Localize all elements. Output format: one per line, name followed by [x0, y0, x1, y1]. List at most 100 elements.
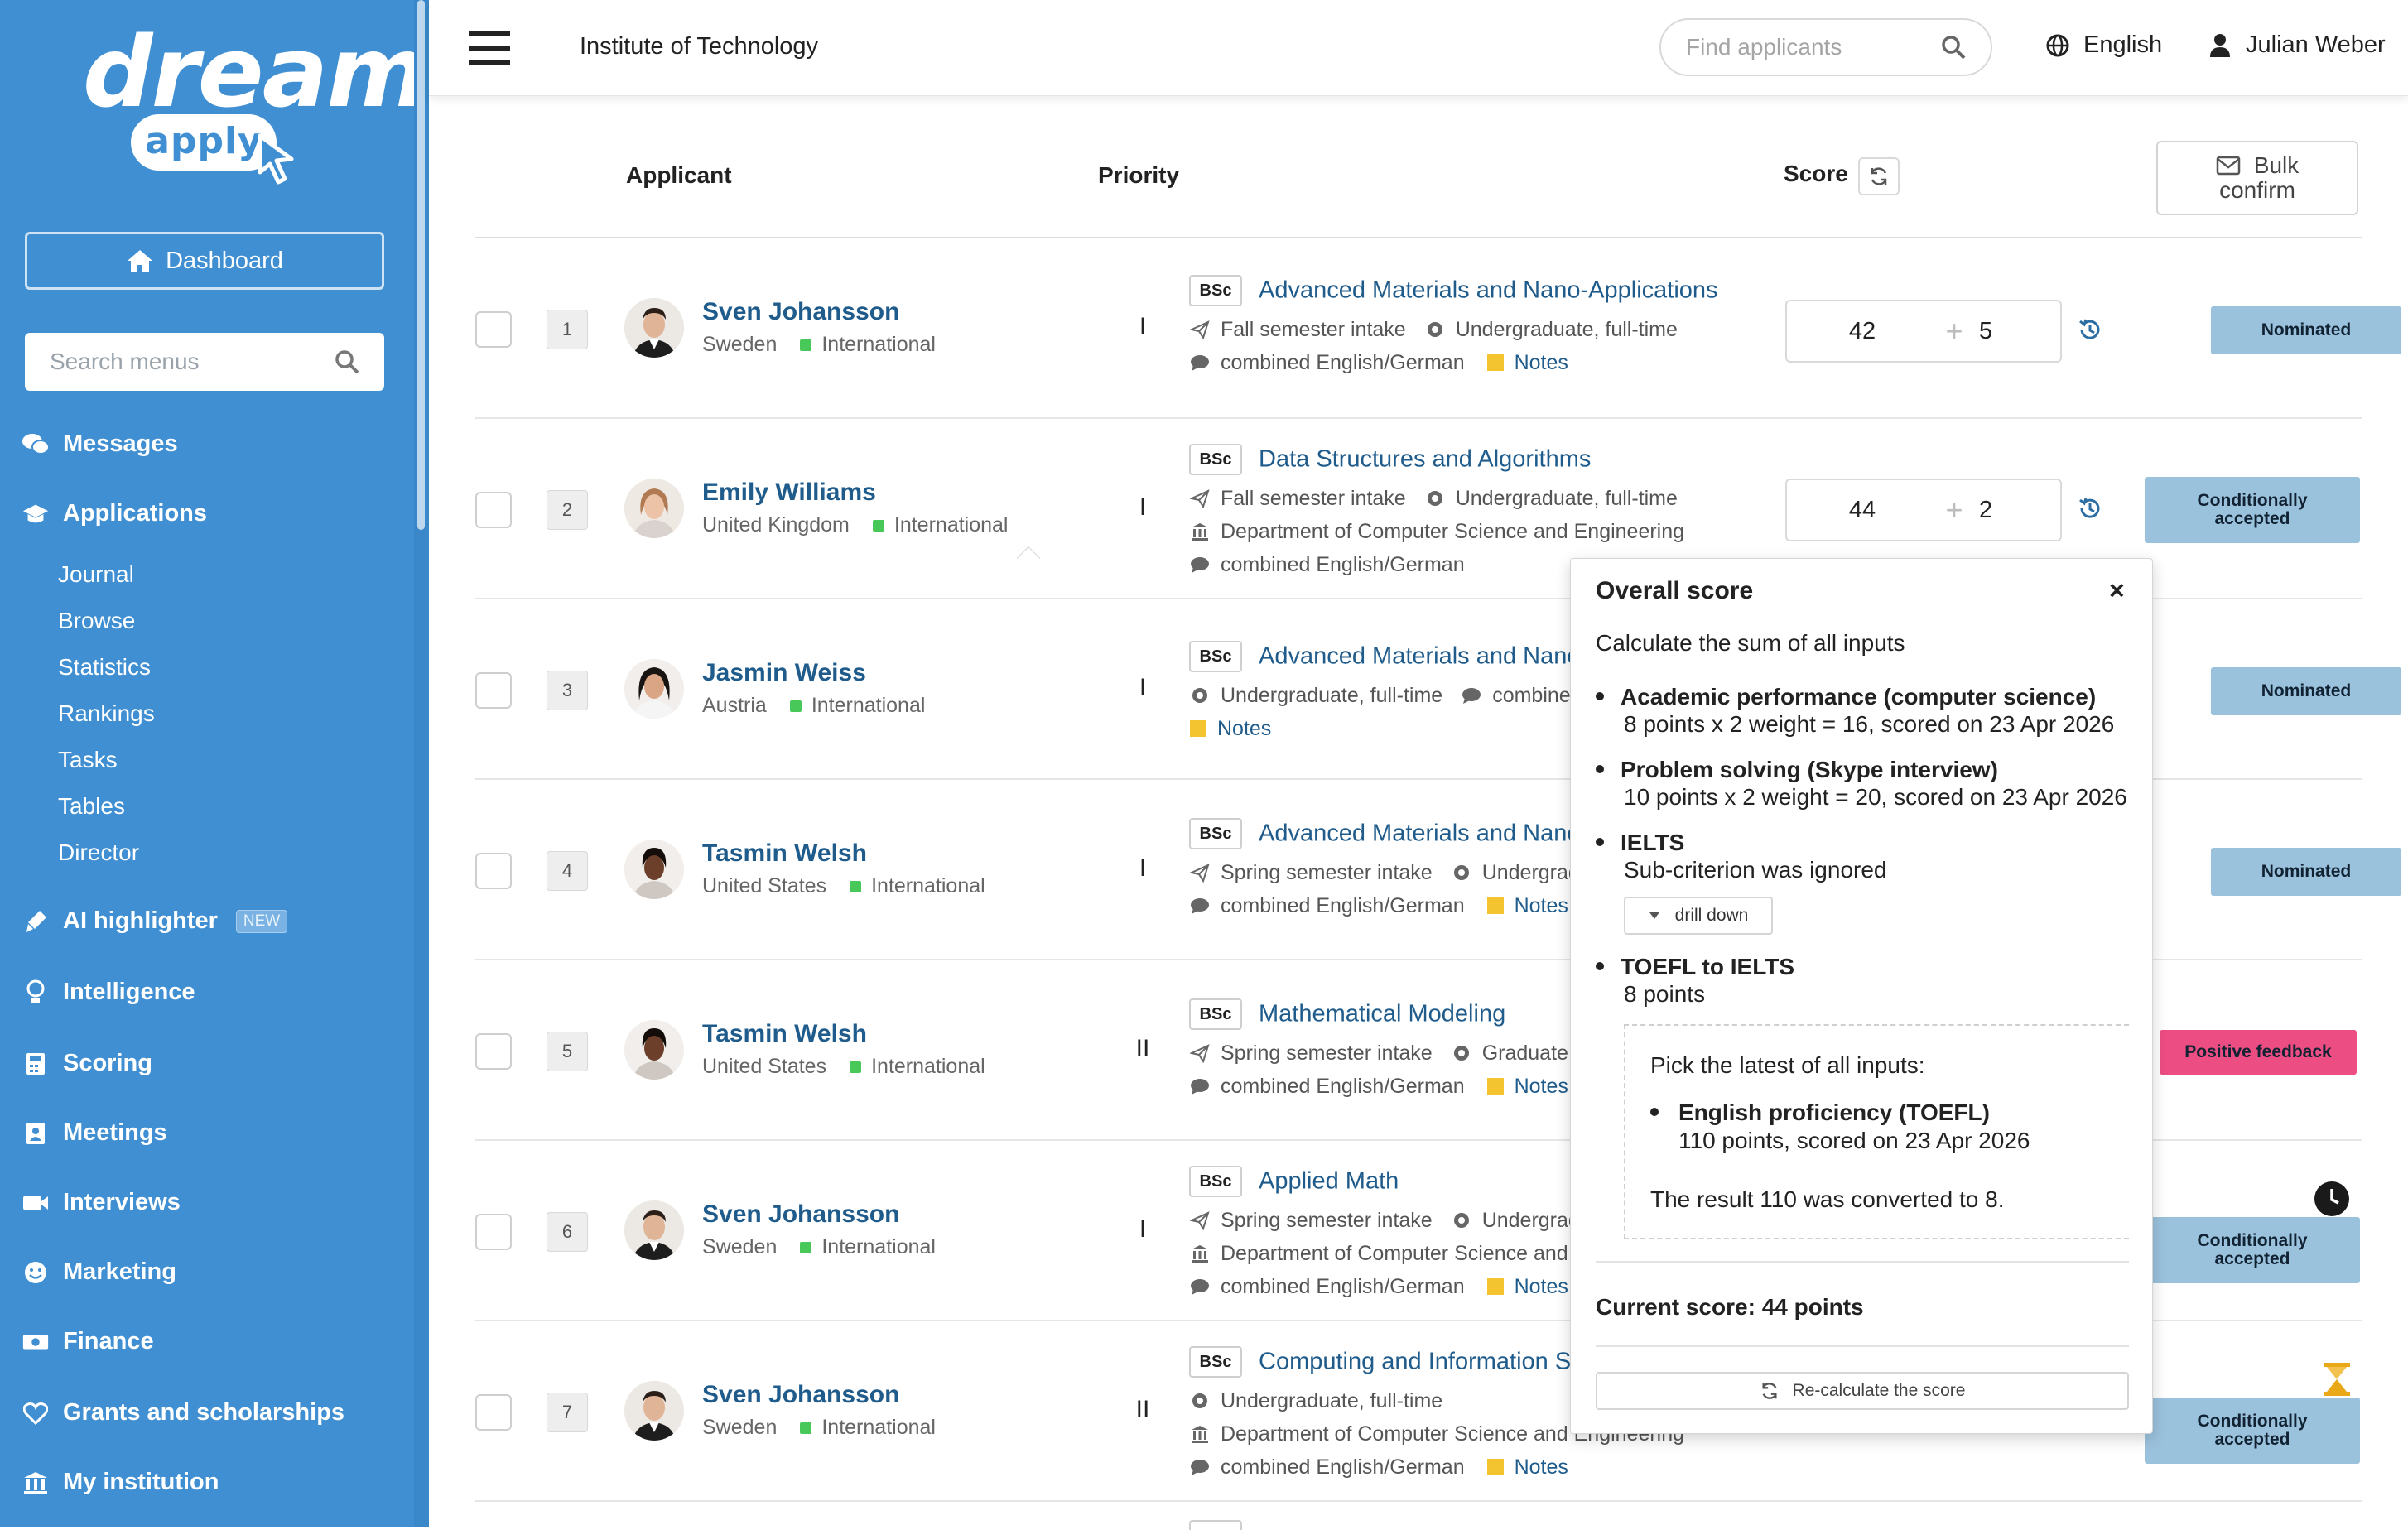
applicant-name[interactable]: Sven Johansson: [702, 1200, 899, 1229]
row-checkbox[interactable]: [475, 1033, 512, 1070]
hamburger-menu-icon[interactable]: [469, 30, 510, 66]
col-priority[interactable]: Priority: [1098, 162, 1179, 189]
col-applicant[interactable]: Applicant: [626, 162, 732, 189]
paper-plane-icon: [1190, 320, 1210, 339]
refresh-scores-button[interactable]: [1858, 157, 1900, 195]
note-icon: [1486, 897, 1504, 914]
applicant-name[interactable]: Sven Johansson: [702, 1381, 899, 1409]
row-checkbox[interactable]: [475, 853, 512, 889]
applicant-name[interactable]: Jasmin Weiss: [702, 659, 866, 687]
bulk-confirm-button[interactable]: Bulk confirm: [2156, 141, 2358, 215]
nav-scoring[interactable]: Scoring: [22, 1050, 152, 1077]
language: combined English/German: [1221, 552, 1465, 576]
notes-link[interactable]: Notes: [1189, 717, 1271, 741]
popup-calc-text: Calculate the sum of all inputs: [1596, 630, 1905, 656]
nav-journal[interactable]: Journal: [58, 561, 134, 588]
language-selector[interactable]: English: [2045, 31, 2162, 59]
status-badge: Conditionally accepted: [2145, 1217, 2360, 1283]
nav-statistics[interactable]: Statistics: [58, 654, 151, 681]
find-applicants-input[interactable]: Find applicants: [1659, 18, 1992, 76]
search-icon[interactable]: [1941, 35, 1966, 60]
program-title[interactable]: Advanced Materials and Nano-: [1259, 643, 1588, 670]
row-number: 7: [547, 1393, 588, 1432]
close-icon[interactable]: ×: [2109, 575, 2125, 606]
nav-interviews[interactable]: Interviews: [22, 1189, 181, 1216]
bulk-label-2: confirm: [2219, 177, 2295, 203]
drill-down-button[interactable]: drill down: [1624, 897, 1773, 935]
applicant-meta: Austria International: [702, 694, 925, 718]
applicant-name[interactable]: Tasmin Welsh: [702, 1020, 867, 1048]
applicant-country: United States: [702, 874, 827, 897]
nav-applications[interactable]: Applications: [22, 500, 207, 527]
level-badge: BSc: [1189, 641, 1242, 672]
row-checkbox[interactable]: [475, 311, 512, 348]
score-bonus[interactable]: 2: [1971, 497, 2060, 524]
program-title[interactable]: Mathematical Modeling: [1259, 1001, 1505, 1027]
nav-meetings-label: Meetings: [63, 1119, 167, 1146]
nav-tables[interactable]: Tables: [58, 793, 125, 820]
applicant-type: International: [893, 513, 1009, 536]
status-badge: Positive feedback: [2160, 1030, 2357, 1075]
notes-link[interactable]: Notes: [1486, 1275, 1568, 1299]
notes-link[interactable]: Notes: [1486, 1455, 1568, 1479]
score-input[interactable]: 44 +2: [1785, 479, 2062, 541]
applicant-name[interactable]: Sven Johansson: [702, 298, 899, 326]
program-title[interactable]: Applied Math: [1259, 1168, 1399, 1195]
score-bonus[interactable]: 5: [1971, 318, 2060, 345]
nav-my-institution[interactable]: My institution: [22, 1469, 219, 1496]
row-checkbox[interactable]: [475, 672, 512, 709]
score-value[interactable]: 42: [1787, 318, 1938, 345]
row-checkbox[interactable]: [475, 492, 512, 528]
row-checkbox[interactable]: [475, 1394, 512, 1431]
program-title[interactable]: Computing and Information Sy: [1259, 1349, 1583, 1375]
row-checkbox[interactable]: [475, 1214, 512, 1250]
home-icon: [128, 250, 153, 272]
nav-browse[interactable]: Browse: [58, 608, 135, 634]
nav-messages[interactable]: Messages: [22, 431, 178, 458]
program-title[interactable]: Advanced Materials and Nano-Applications: [1259, 277, 1718, 304]
sidebar-scrollbar-thumb[interactable]: [417, 0, 425, 530]
status-badge: Conditionally accepted: [2145, 477, 2360, 543]
sub-criterion: English proficiency (TOEFL) 110 points, …: [1650, 1099, 2030, 1155]
nav-marketing[interactable]: Marketing: [22, 1258, 176, 1286]
nav-interviews-label: Interviews: [63, 1189, 181, 1215]
status-line-1: Conditionally: [2197, 491, 2308, 510]
history-icon[interactable]: [2077, 316, 2103, 343]
program-title[interactable]: Data Structures and Algorithms: [1259, 446, 1591, 473]
user-menu[interactable]: Julian Weber: [2209, 31, 2386, 59]
applicant-type: International: [811, 694, 926, 717]
history-icon[interactable]: [2077, 495, 2103, 522]
dashboard-button[interactable]: Dashboard: [25, 232, 384, 290]
nav-meetings[interactable]: Meetings: [22, 1119, 167, 1147]
nav-grants[interactable]: Grants and scholarships: [22, 1399, 344, 1427]
score-input[interactable]: 42 +5: [1785, 300, 2062, 363]
level-badge-partial: [1189, 1520, 1242, 1530]
user-icon: [2210, 33, 2230, 57]
nav-finance[interactable]: Finance: [22, 1328, 154, 1355]
nav-tasks[interactable]: Tasks: [58, 747, 118, 773]
nav-marketing-label: Marketing: [63, 1258, 176, 1285]
program-title[interactable]: Advanced Materials and Nano-: [1259, 820, 1588, 847]
status-dot: [800, 1241, 812, 1253]
nav-director[interactable]: Director: [58, 840, 139, 866]
col-score[interactable]: Score: [1784, 161, 1848, 187]
notes-link[interactable]: Notes: [1486, 894, 1568, 918]
intake: Spring semester intake: [1221, 1041, 1433, 1065]
menu-search-input[interactable]: Search menus: [25, 333, 384, 391]
avatar: [624, 479, 684, 538]
popup-title: Overall score: [1596, 577, 1754, 604]
recalculate-button[interactable]: Re-calculate the score: [1596, 1372, 2129, 1410]
applicant-meta: United States International: [702, 874, 985, 898]
smile-icon: [25, 1261, 46, 1283]
applicant-name[interactable]: Tasmin Welsh: [702, 840, 867, 868]
applicant-name[interactable]: Emily Williams: [702, 479, 876, 507]
score-value[interactable]: 44: [1787, 497, 1938, 524]
notes-link[interactable]: Notes: [1486, 1075, 1568, 1099]
nav-rankings[interactable]: Rankings: [58, 700, 155, 727]
paper-plane-icon: [1190, 1211, 1210, 1230]
nav-intelligence[interactable]: Intelligence: [22, 979, 195, 1006]
notes-link[interactable]: Notes: [1486, 351, 1568, 375]
plus-icon: +: [1945, 314, 1963, 348]
avatar: [624, 1200, 684, 1260]
nav-ai-highlighter[interactable]: AI highlighter NEW: [22, 907, 288, 935]
